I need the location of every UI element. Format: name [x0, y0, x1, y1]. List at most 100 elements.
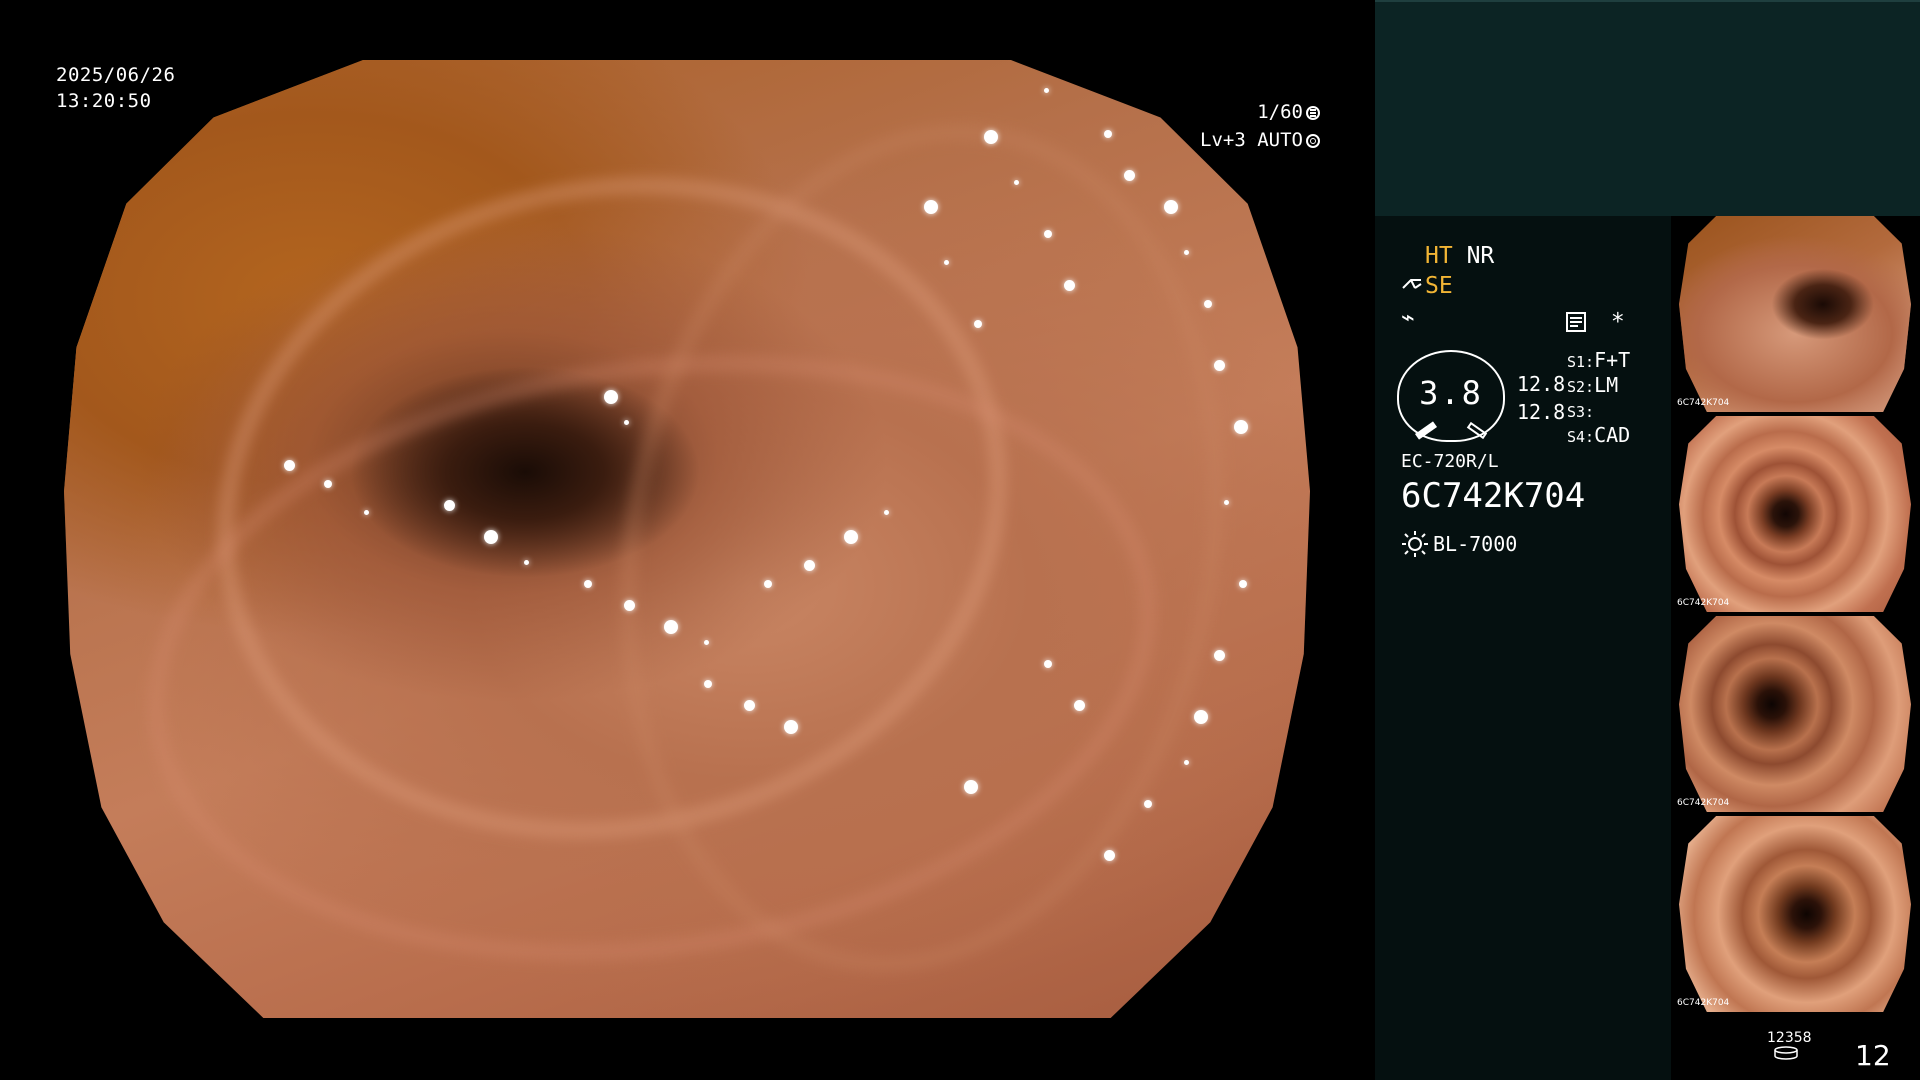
specular-highlight — [764, 580, 772, 588]
specular-highlight — [444, 500, 455, 511]
enhancement-level: Lv+3 AUTO — [1200, 129, 1303, 151]
scope-model: EC-720R/L — [1401, 451, 1499, 472]
specular-highlight — [944, 260, 949, 265]
brightness-gauge: 3.8 — [1397, 350, 1505, 442]
specular-highlight — [784, 720, 798, 734]
se-line: SE — [1401, 272, 1453, 300]
specular-highlight — [704, 680, 712, 688]
date-time-readout: 2025/06/26 13:20:50 — [56, 62, 175, 114]
gauge-right-marker — [1466, 421, 1488, 440]
specular-highlight — [624, 600, 635, 611]
thumbnail[interactable]: 6C742K704 — [1671, 816, 1920, 1012]
switch-s2-value: LM — [1594, 373, 1619, 397]
record-icons: * — [1565, 308, 1625, 336]
specular-highlight — [1074, 700, 1085, 711]
specular-highlight — [884, 510, 889, 515]
thumbnail-caption: 6C742K704 — [1677, 798, 1730, 808]
panel-top-band — [1375, 0, 1920, 216]
specular-highlight — [364, 510, 369, 515]
exam-time: 13:20:50 — [56, 90, 152, 112]
thumbnail-image — [1679, 616, 1911, 812]
specular-highlight — [964, 780, 978, 794]
specular-highlight — [974, 320, 982, 328]
light-source-line: BL-7000 — [1401, 530, 1517, 558]
specular-highlight — [1184, 760, 1189, 765]
specular-highlight — [924, 200, 938, 214]
specular-highlight — [1204, 300, 1212, 308]
specular-highlight — [524, 560, 529, 565]
gauge-left-marker — [1414, 421, 1438, 440]
specular-highlight — [704, 640, 709, 645]
switch-s4: S4:CAD — [1567, 421, 1630, 451]
specular-highlight — [284, 460, 295, 471]
scope-serial: 6C742K704 — [1401, 476, 1586, 516]
se-indicator: SE — [1425, 273, 1453, 299]
status-area: HT NR SE ⌁ * 3.8 12.8 12.8 S1:F+T S2:LM … — [1375, 216, 1671, 1080]
specular-highlight — [1044, 230, 1052, 238]
captured-thumbnails: 6C742K704 6C742K704 6C742K704 6C742K704 — [1671, 216, 1920, 1016]
specular-highlight — [484, 530, 498, 544]
specular-highlight — [1164, 200, 1178, 214]
document-icon — [1566, 312, 1586, 332]
ht-nr-line: HT NR — [1425, 242, 1494, 270]
shutter-icon — [1306, 106, 1320, 120]
specular-highlight — [984, 130, 998, 144]
specular-highlight — [604, 390, 618, 404]
specular-highlight — [1214, 360, 1225, 371]
switch-s4-value: CAD — [1594, 423, 1631, 447]
specular-highlight — [1124, 170, 1135, 181]
specular-highlight — [1014, 180, 1019, 185]
specular-highlight — [1144, 800, 1152, 808]
specular-highlight — [1064, 280, 1075, 291]
switch-s1-value: F+T — [1594, 348, 1631, 372]
exposure-readout: 1/60 Lv+3 AUTO — [1180, 98, 1320, 154]
specular-highlight — [1224, 500, 1229, 505]
freeze-indicator: ⌁ — [1401, 305, 1415, 331]
specular-highlight — [1104, 130, 1112, 138]
thumbnail-caption: 6C742K704 — [1677, 398, 1730, 408]
gauge-side-value-2: 12.8 — [1517, 400, 1566, 424]
switch-s3-label: S3: — [1567, 403, 1595, 421]
side-panel: HT NR SE ⌁ * 3.8 12.8 12.8 S1:F+T S2:LM … — [1375, 0, 1920, 1080]
thumbnail-image — [1679, 416, 1911, 612]
specular-highlight — [1239, 580, 1247, 588]
endoscope-main-view: 2025/06/26 13:20:50 1/60 Lv+3 AUTO — [0, 0, 1375, 1080]
specular-highlight — [1234, 420, 1248, 434]
thumbnail-caption: 6C742K704 — [1677, 598, 1730, 608]
thumbnail-caption: 6C742K704 — [1677, 998, 1730, 1008]
storage-count: 12358 — [1767, 1030, 1812, 1046]
storage-icon — [1774, 1046, 1798, 1060]
specular-highlight — [664, 620, 678, 634]
light-source-icon — [1402, 531, 1428, 557]
asterisk-indicator: * — [1610, 309, 1625, 335]
specular-highlight — [584, 580, 592, 588]
light-source-model: BL-7000 — [1433, 532, 1518, 556]
thumbnail[interactable]: 6C742K704 — [1671, 616, 1920, 812]
specular-highlight — [624, 420, 629, 425]
shutter-readout: 1/60 — [1180, 98, 1320, 126]
specular-highlight — [1044, 88, 1049, 93]
gauge-value: 3.8 — [1419, 374, 1483, 412]
image-counter: 12 — [1855, 1039, 1891, 1072]
thumbnail[interactable]: 6C742K704 — [1671, 416, 1920, 612]
endoscopic-image — [64, 60, 1310, 1018]
gauge-side-value-1: 12.8 — [1517, 372, 1566, 396]
specular-highlight — [804, 560, 815, 571]
thumbnail-image — [1679, 816, 1911, 1012]
iris-icon — [1306, 134, 1320, 148]
exam-date: 2025/06/26 — [56, 64, 176, 86]
nr-indicator: NR — [1466, 243, 1495, 269]
thumbnail[interactable]: 6C742K704 — [1671, 216, 1920, 412]
specular-highlight — [744, 700, 755, 711]
shutter-speed: 1/60 — [1257, 101, 1303, 123]
specular-highlight — [1184, 250, 1189, 255]
thumbnail-image — [1679, 216, 1911, 412]
specular-highlight — [1104, 850, 1115, 861]
switch-s2-label: S2: — [1567, 378, 1595, 396]
ht-indicator: HT — [1425, 243, 1453, 269]
switch-s1-label: S1: — [1567, 353, 1595, 371]
specular-highlight — [844, 530, 858, 544]
switch-s4-label: S4: — [1567, 428, 1595, 446]
storage-counter: 12358 — [1767, 1030, 1812, 1064]
enhancement-readout: Lv+3 AUTO — [1180, 126, 1320, 154]
